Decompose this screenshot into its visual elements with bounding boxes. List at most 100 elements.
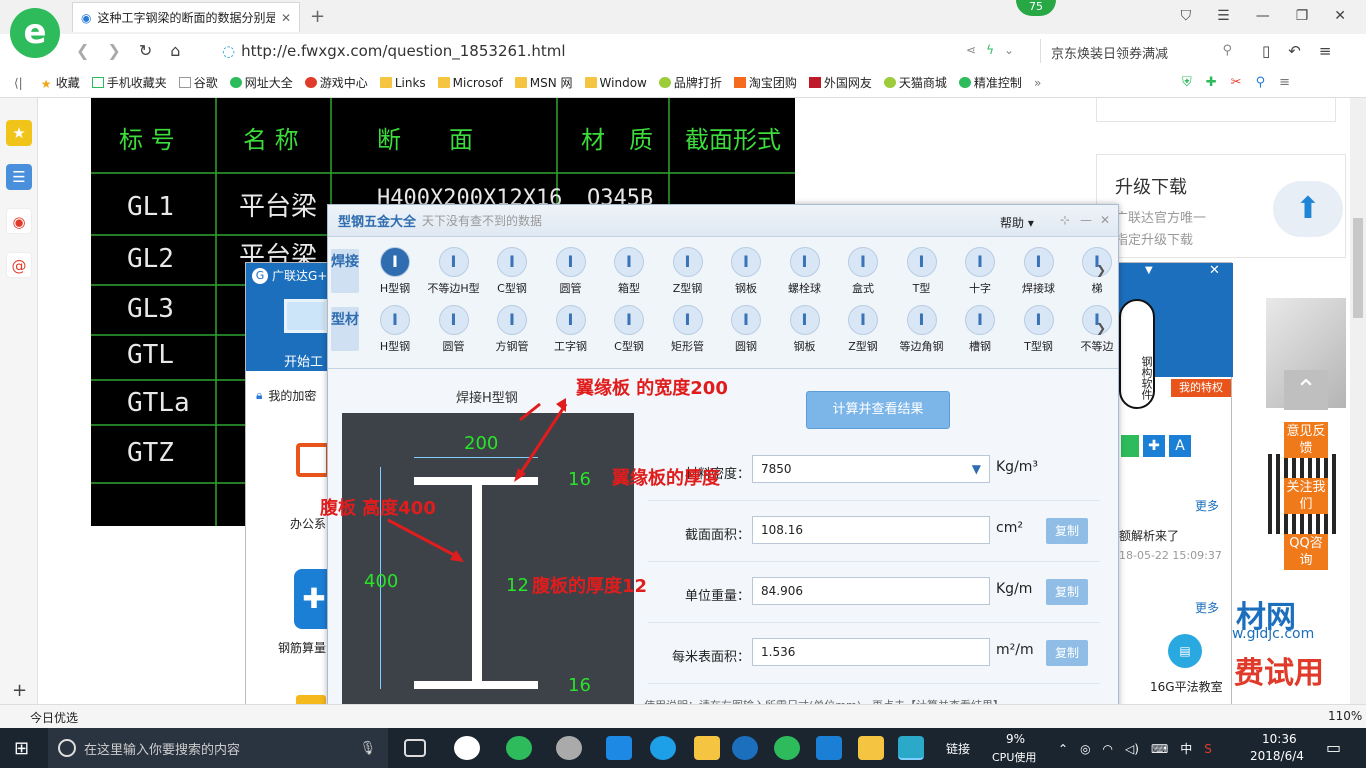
feedback-button[interactable]: 意见反馈 [1284, 422, 1328, 458]
app-icon[interactable] [454, 736, 480, 760]
browser-taskbar-icon[interactable] [506, 736, 532, 760]
shape-item[interactable]: I 盒式 [834, 247, 892, 296]
bookmark-windows[interactable]: Window [584, 76, 647, 90]
tray-up-icon[interactable]: ⌃ [1058, 742, 1068, 756]
shape-item[interactable]: I T型钢 [1010, 305, 1068, 354]
app-icon[interactable]: ✚ [1143, 435, 1165, 457]
app-icon[interactable] [1121, 435, 1139, 457]
toolbar-menu-icon[interactable]: ≡ [1279, 75, 1290, 90]
shape-item[interactable]: I H型钢 [366, 305, 424, 354]
url-field[interactable]: ◌ http://e.fwxgx.com/question_1853261.ht… [222, 39, 962, 63]
news-item[interactable]: 额解析来了 [1119, 527, 1179, 544]
bookmark-foreign[interactable]: 外国网友 [808, 74, 872, 91]
density-select[interactable]: 7850 ▼ [752, 455, 990, 483]
help-menu[interactable]: 帮助 ▾ [1000, 214, 1034, 231]
shape-item[interactable]: I 不等边H型 [425, 247, 483, 296]
tab-close-icon[interactable]: ✕ [281, 11, 291, 25]
links-toolbar[interactable]: 链接 [946, 740, 970, 757]
back-button[interactable]: ❮ [76, 41, 89, 60]
office-icon[interactable] [296, 443, 330, 477]
mail-icon[interactable]: @ [6, 252, 32, 278]
notifications-icon[interactable]: ▭ [1326, 738, 1341, 757]
forward-button[interactable]: ❯ [107, 41, 120, 60]
shape-item[interactable]: I H型钢 [366, 247, 424, 296]
app-icon[interactable] [774, 736, 800, 760]
category-weld[interactable]: 焊接 [331, 249, 359, 293]
steel-app-taskbar-icon[interactable] [898, 736, 924, 760]
dropdown-icon[interactable]: ▼ [1145, 265, 1153, 276]
chevron-down-icon[interactable]: ⌄ [1004, 43, 1014, 57]
shape-item[interactable]: I 箱型 [600, 247, 658, 296]
bookmark-favorites[interactable]: ★ 收藏 [41, 74, 80, 91]
area-input[interactable]: 108.16 [752, 516, 990, 544]
app-icon[interactable] [556, 736, 582, 760]
pin-icon[interactable]: ⊹ [1060, 213, 1070, 227]
task-view-icon[interactable] [404, 739, 426, 757]
bookmark-mobile[interactable]: 手机收藏夹 [91, 74, 167, 91]
keyboard-icon[interactable]: ⌨ [1151, 742, 1168, 756]
clock-time[interactable]: 10:36 [1262, 732, 1297, 746]
back-to-top-button[interactable]: ⌃ [1284, 370, 1328, 410]
scroll-right-icon[interactable]: ❯ [1096, 321, 1106, 335]
scroll-right-icon[interactable]: ❯ [1096, 263, 1106, 277]
qq-button[interactable]: QQ咨询 [1284, 534, 1328, 570]
upgrade-card[interactable]: 升级下载 广联达官方唯一 指定升级下载 ⬆ [1096, 154, 1346, 258]
shape-item[interactable]: I 圆钢 [717, 305, 775, 354]
reload-button[interactable]: ↻ [139, 41, 152, 60]
browser-logo-icon[interactable]: e [10, 8, 60, 58]
edge-icon[interactable] [606, 736, 632, 760]
search-field[interactable]: 京东焕装日领券满减 ⚲ [1040, 39, 1240, 63]
undo-icon[interactable]: ↶ [1288, 42, 1301, 60]
copy-button[interactable]: 复制 [1046, 579, 1088, 605]
bookmark-taobao[interactable]: 淘宝团购 [733, 74, 797, 91]
dim-web-thickness[interactable]: 12 [506, 575, 529, 596]
shape-item[interactable]: I 焊接球 [1010, 247, 1068, 296]
shape-item[interactable]: I 槽钢 [951, 305, 1009, 354]
windows-start-icon[interactable]: ⊞ [14, 738, 29, 759]
shield-icon[interactable]: ⛨ [1182, 75, 1192, 90]
more-bookmarks-icon[interactable]: » [1034, 76, 1041, 90]
tab-active[interactable]: ◉ 这种工字钢梁的断面的数据分别是 ✕ [72, 2, 300, 32]
shape-item[interactable]: I 圆管 [425, 305, 483, 354]
home-button[interactable]: ⌂ [170, 41, 180, 60]
shirt-icon[interactable]: ⛉ [1181, 8, 1192, 24]
shape-item[interactable]: I C型钢 [483, 247, 541, 296]
taskbar-search[interactable]: 在这里输入你要搜索的内容 🎙︎ [48, 728, 388, 768]
status-item[interactable]: 今日优选 [30, 709, 78, 726]
panel-close-icon[interactable]: ✕ [1209, 263, 1220, 278]
more-link[interactable]: 更多 [1195, 497, 1219, 514]
bookmark-msn[interactable]: MSN 网 [514, 74, 573, 91]
sidebar-toggle-icon[interactable]: ⟨| [14, 76, 23, 90]
shape-item[interactable]: I 钢板 [776, 305, 834, 354]
bookmark-tmall[interactable]: 天猫商城 [883, 74, 947, 91]
app-icon[interactable]: A [1169, 435, 1191, 457]
share-icon[interactable]: ⋖ [966, 43, 976, 57]
bookmark-nav[interactable]: 网址大全 [229, 74, 293, 91]
notification-badge[interactable]: 75 [1016, 0, 1056, 16]
my-privilege-label[interactable]: 我的特权 [1171, 379, 1231, 397]
shape-item[interactable]: I 圆管 [542, 247, 600, 296]
weibo-icon[interactable]: ◉ [6, 208, 32, 234]
shape-item[interactable]: I 矩形管 [659, 305, 717, 354]
app-tray-icon[interactable]: ◎ [1080, 742, 1090, 756]
close-button[interactable]: ✕ [1334, 8, 1346, 24]
shape-item[interactable]: I Z型钢 [834, 305, 892, 354]
maximize-button[interactable]: ❐ [1296, 8, 1309, 24]
zoom-level[interactable]: 110% [1328, 709, 1362, 723]
more-link[interactable]: 更多 [1195, 599, 1219, 616]
shape-item[interactable]: I 十字 [951, 247, 1009, 296]
ie-icon[interactable] [650, 736, 676, 760]
bookmark-links[interactable]: Links [379, 76, 426, 90]
shape-item[interactable]: I Z型钢 [659, 247, 717, 296]
wifi-icon[interactable]: ◠ [1103, 742, 1113, 756]
menu-icon[interactable]: ☰ [1217, 8, 1230, 24]
clock-date[interactable]: 2018/6/4 [1250, 749, 1304, 763]
shape-item[interactable]: I 方钢管 [483, 305, 541, 354]
bookmark-games[interactable]: 游戏中心 [304, 74, 368, 91]
new-tab-button[interactable]: + [310, 6, 325, 27]
notes-icon[interactable] [858, 736, 884, 760]
dim-flange-thickness[interactable]: 16 [568, 469, 591, 490]
mobile-icon[interactable]: ▯ [1262, 42, 1270, 60]
shape-item[interactable]: I 钢板 [717, 247, 775, 296]
volume-icon[interactable]: ◁) [1125, 742, 1139, 756]
